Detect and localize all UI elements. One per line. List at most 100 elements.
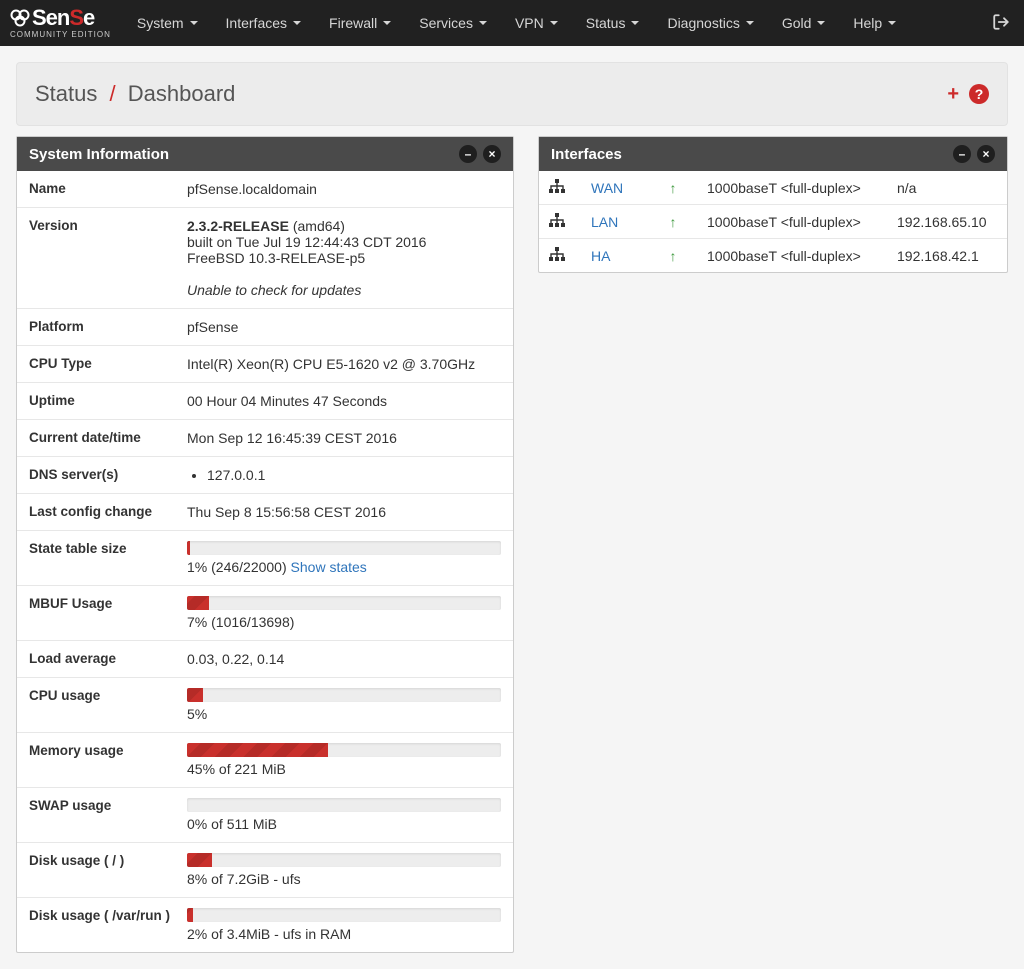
update-status: Unable to check for updates (187, 282, 361, 298)
value: Mon Sep 12 16:45:39 CEST 2016 (187, 420, 513, 457)
panel-system-information: System Information – × Name pfSense.loca… (16, 136, 514, 953)
interface-address: 192.168.65.10 (887, 205, 1007, 239)
row-uptime: Uptime 00 Hour 04 Minutes 47 Seconds (17, 383, 513, 420)
panel-heading-system-information: System Information – × (17, 137, 513, 171)
label: MBUF Usage (17, 586, 187, 641)
panel-interfaces: Interfaces – × WAN ↑ 1000baseT <full-dup… (538, 136, 1008, 273)
progress-cpu (187, 688, 501, 702)
row-mbuf: MBUF Usage 7% (1016/13698) (17, 586, 513, 641)
breadcrumb: Status / Dashboard (35, 81, 235, 107)
chevron-down-icon (383, 21, 391, 25)
interface-row: LAN ↑ 1000baseT <full-duplex> 192.168.65… (539, 205, 1007, 239)
nav-services[interactable]: Services (419, 15, 487, 31)
chevron-down-icon (631, 21, 639, 25)
nav-items: System Interfaces Firewall Services VPN … (137, 15, 992, 31)
interface-link-ha[interactable]: HA (591, 248, 610, 264)
value: pfSense.localdomain (187, 171, 513, 208)
close-icon[interactable]: × (483, 145, 501, 163)
value: Thu Sep 8 15:56:58 CEST 2016 (187, 494, 513, 531)
add-widget-icon[interactable]: + (947, 83, 959, 106)
dns-entry: 127.0.0.1 (207, 467, 501, 483)
chevron-down-icon (888, 21, 896, 25)
arrow-up-icon: ↑ (670, 248, 677, 264)
row-name: Name pfSense.localdomain (17, 171, 513, 208)
label: Last config change (17, 494, 187, 531)
interface-link-lan[interactable]: LAN (591, 214, 618, 230)
nav-system[interactable]: System (137, 15, 198, 31)
progress-bar (187, 541, 190, 555)
interface-media: 1000baseT <full-duplex> (697, 171, 887, 205)
interface-address: 192.168.42.1 (887, 239, 1007, 273)
panel-heading-interfaces: Interfaces – × (539, 137, 1007, 171)
interface-row: HA ↑ 1000baseT <full-duplex> 192.168.42.… (539, 239, 1007, 273)
interface-link-wan[interactable]: WAN (591, 180, 623, 196)
sitemap-icon (549, 180, 565, 196)
value: pfSense (187, 309, 513, 346)
logout-icon[interactable] (992, 13, 1010, 34)
dashboard-columns: System Information – × Name pfSense.loca… (0, 136, 1024, 969)
row-disk-root: Disk usage ( / ) 8% of 7.2GiB - ufs (17, 843, 513, 898)
nav-diagnostics[interactable]: Diagnostics (667, 15, 753, 31)
sitemap-icon (549, 248, 565, 264)
brand-logo[interactable]: **SenSenSe COMMUNITY EDITION (10, 7, 111, 39)
nav-vpn[interactable]: VPN (515, 15, 558, 31)
label: DNS server(s) (17, 457, 187, 494)
value: 127.0.0.1 (187, 457, 513, 494)
progress-swap (187, 798, 501, 812)
row-current-datetime: Current date/time Mon Sep 12 16:45:39 CE… (17, 420, 513, 457)
value: 00 Hour 04 Minutes 47 Seconds (187, 383, 513, 420)
label: Disk usage ( / ) (17, 843, 187, 898)
progress-state-table (187, 541, 501, 555)
chevron-down-icon (190, 21, 198, 25)
brand-subtitle: COMMUNITY EDITION (10, 31, 111, 39)
breadcrumb-status[interactable]: Status (35, 81, 97, 106)
interfaces-table: WAN ↑ 1000baseT <full-duplex> n/a LAN ↑ … (539, 171, 1007, 272)
label: Platform (17, 309, 187, 346)
nav-status[interactable]: Status (586, 15, 640, 31)
interface-media: 1000baseT <full-duplex> (697, 205, 887, 239)
brand-name: **SenSenSe (10, 7, 111, 29)
chevron-down-icon (746, 21, 754, 25)
label: Uptime (17, 383, 187, 420)
panel-title: Interfaces (551, 146, 622, 163)
page-header: Status / Dashboard + ? (16, 62, 1008, 126)
label: SWAP usage (17, 788, 187, 843)
progress-disk-varrun (187, 908, 501, 922)
label: State table size (17, 531, 187, 586)
sitemap-icon (549, 214, 565, 230)
row-state-table: State table size 1% (246/22000) Show sta… (17, 531, 513, 586)
row-last-config: Last config change Thu Sep 8 15:56:58 CE… (17, 494, 513, 531)
row-load-average: Load average 0.03, 0.22, 0.14 (17, 641, 513, 678)
breadcrumb-dashboard[interactable]: Dashboard (128, 81, 236, 106)
interface-row: WAN ↑ 1000baseT <full-duplex> n/a (539, 171, 1007, 205)
row-memory-usage: Memory usage 45% of 221 MiB (17, 733, 513, 788)
nav-interfaces[interactable]: Interfaces (226, 15, 301, 31)
label: Name (17, 171, 187, 208)
label: Current date/time (17, 420, 187, 457)
row-version: Version 2.3.2-RELEASE (amd64) built on T… (17, 208, 513, 309)
interface-address: n/a (887, 171, 1007, 205)
close-icon[interactable]: × (977, 145, 995, 163)
row-platform: Platform pfSense (17, 309, 513, 346)
show-states-link[interactable]: Show states (291, 559, 367, 575)
label: Version (17, 208, 187, 309)
chevron-down-icon (550, 21, 558, 25)
label: CPU Type (17, 346, 187, 383)
label: Load average (17, 641, 187, 678)
minimize-icon[interactable]: – (459, 145, 477, 163)
label: Memory usage (17, 733, 187, 788)
nav-gold[interactable]: Gold (782, 15, 826, 31)
minimize-icon[interactable]: – (953, 145, 971, 163)
interface-media: 1000baseT <full-duplex> (697, 239, 887, 273)
label: CPU usage (17, 678, 187, 733)
system-info-table: Name pfSense.localdomain Version 2.3.2-R… (17, 171, 513, 952)
arrow-up-icon: ↑ (670, 180, 677, 196)
row-cpu-usage: CPU usage 5% (17, 678, 513, 733)
help-icon[interactable]: ? (969, 84, 989, 104)
nav-help[interactable]: Help (853, 15, 896, 31)
chevron-down-icon (293, 21, 301, 25)
progress-disk-root (187, 853, 501, 867)
value: 0.03, 0.22, 0.14 (187, 641, 513, 678)
row-dns: DNS server(s) 127.0.0.1 (17, 457, 513, 494)
nav-firewall[interactable]: Firewall (329, 15, 391, 31)
